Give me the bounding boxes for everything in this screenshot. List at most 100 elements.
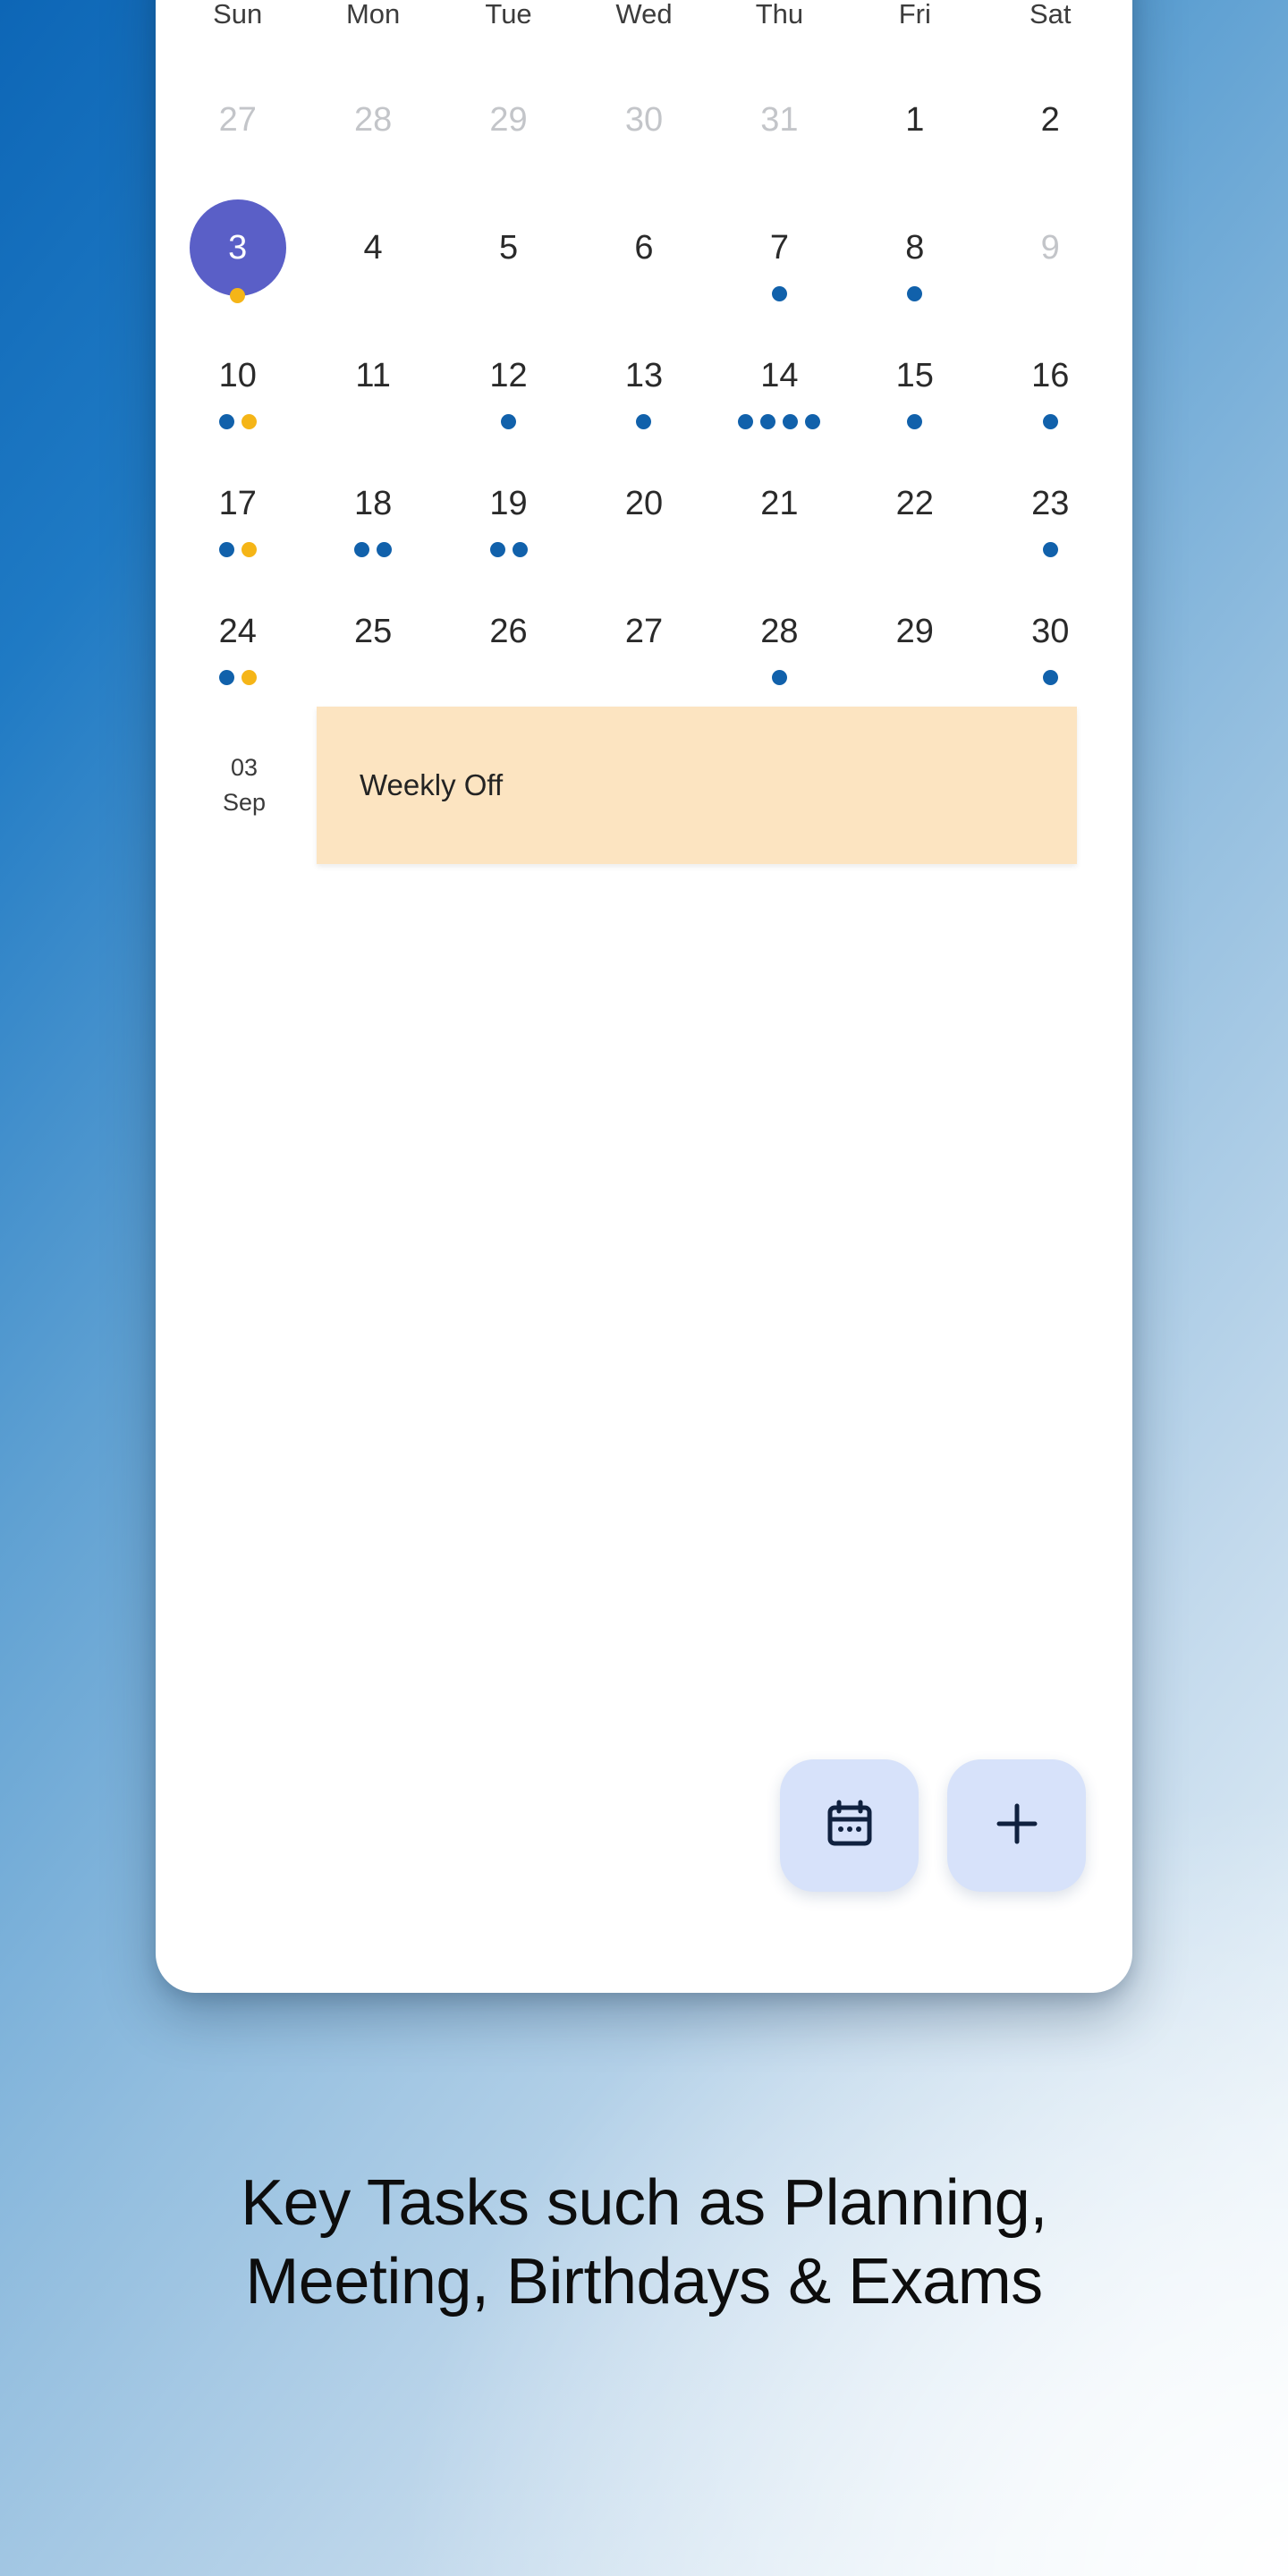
day-circle: 7 [731,199,827,296]
calendar-day-cell[interactable]: 11 [305,317,440,445]
day-number: 9 [1040,229,1060,267]
calendar-day-cell[interactable]: 2 [983,61,1118,189]
event-row[interactable]: 03 Sep Weekly Off [172,707,1132,864]
day-number: 21 [760,485,799,522]
day-circle: 23 [1002,455,1098,552]
day-number: 14 [760,357,799,394]
calendar-day-cell[interactable]: 19 [441,445,576,572]
calendar-day-cell[interactable]: 7 [712,189,847,317]
day-number: 8 [905,229,925,267]
calendar-day-cell[interactable]: 20 [576,445,711,572]
day-circle: 4 [325,199,421,296]
day-number: 29 [489,101,528,139]
phone-screen-card: Calendar Sep 03, 2023 Sun Mon Tue Wed Th… [156,0,1132,1993]
calendar-day-cell[interactable]: 21 [712,445,847,572]
calendar-day-cell[interactable]: 27 [576,572,711,700]
day-circle: 24 [190,583,286,680]
day-number: 28 [760,613,799,650]
event-dot-group [170,285,305,305]
day-number: 11 [355,357,391,394]
calendar-day-cell[interactable]: 17 [170,445,305,572]
calendar-day-cell[interactable]: 25 [305,572,440,700]
day-circle: 29 [461,72,557,168]
calendar-day-cell[interactable]: 14 [712,317,847,445]
calendar-day-cell[interactable]: 30 [983,572,1118,700]
add-event-button[interactable] [947,1759,1086,1892]
day-circle: 6 [596,199,692,296]
day-number: 29 [895,613,934,650]
calendar-day-cell[interactable]: 22 [847,445,982,572]
event-month: Sep [222,789,267,816]
day-number: 6 [634,229,654,267]
day-number: 5 [498,229,519,267]
calendar-day-cell[interactable]: 15 [847,317,982,445]
plus-icon [988,1795,1046,1857]
weekday-mon: Mon [345,0,401,30]
calendar-day-cell[interactable]: 9 [983,189,1118,317]
event-day: 03 [230,753,258,781]
event-list: 03 Sep Weekly Off [156,707,1132,864]
calendar-day-cell[interactable]: 3 [170,189,305,317]
calendar-day-cell[interactable]: 23 [983,445,1118,572]
weekday-fri: Fri [898,0,931,30]
calendar-day-cell[interactable]: 18 [305,445,440,572]
selected-day-circle: 3 [189,199,286,296]
caption-line-1: Key Tasks such as Planning, [241,2167,1047,2239]
calendar-day-cell[interactable]: 24 [170,572,305,700]
day-number: 27 [218,101,257,139]
day-number: 20 [624,485,664,522]
day-circle: 27 [190,72,286,168]
event-dot-yellow [230,287,246,303]
day-circle: 26 [461,583,557,680]
calendar-day-cell[interactable]: 29 [847,572,982,700]
day-number: 18 [353,485,393,522]
day-number: 13 [624,357,664,394]
weekday-sun: Sun [213,0,263,30]
day-number: 27 [624,613,664,650]
event-date-label: 03 Sep [172,707,317,864]
event-title: Weekly Off [360,768,504,801]
day-circle: 5 [461,199,557,296]
calendar-day-cell[interactable]: 4 [305,189,440,317]
day-number: 19 [489,485,528,522]
calendar-day-cell[interactable]: 28 [305,61,440,189]
day-circle: 18 [325,455,421,552]
calendar-day-cell[interactable]: 16 [983,317,1118,445]
calendar-day-cell[interactable]: 26 [441,572,576,700]
day-circle: 2 [1002,72,1098,168]
calendar-week-row: 24 25 26 27 28 29 30 [170,572,1118,700]
day-number: 15 [895,357,934,394]
calendar-week-row: 10 11 12 13 14 15 16 [170,317,1118,445]
day-number: 30 [1031,613,1070,650]
calendar-week-row: 17 18 19 20 21 22 23 [170,445,1118,572]
day-circle: 28 [325,72,421,168]
day-circle: 12 [461,327,557,424]
day-number: 16 [1031,357,1070,394]
calendar-day-cell[interactable]: 12 [441,317,576,445]
calendar-day-cell[interactable]: 13 [576,317,711,445]
calendar-day-cell[interactable]: 31 [712,61,847,189]
calendar-day-cell[interactable]: 29 [441,61,576,189]
day-circle: 22 [867,455,963,552]
calendar-view-button[interactable] [780,1759,919,1892]
calendar-day-cell[interactable]: 28 [712,572,847,700]
calendar-day-cell[interactable]: 5 [441,189,576,317]
calendar-day-cell[interactable]: 10 [170,317,305,445]
day-number: 25 [353,613,393,650]
day-number: 2 [1040,101,1060,139]
day-circle: 11 [325,327,421,424]
calendar-day-cell[interactable]: 1 [847,61,982,189]
day-circle: 20 [596,455,692,552]
day-number: 1 [905,101,925,139]
day-circle: 14 [731,327,827,424]
day-number: 23 [1031,485,1070,522]
calendar-day-cell[interactable]: 30 [576,61,711,189]
calendar-day-cell[interactable]: 8 [847,189,982,317]
day-circle: 30 [596,72,692,168]
caption-line-2: Meeting, Birthdays & Exams [245,2245,1043,2318]
calendar-day-cell[interactable]: 6 [576,189,711,317]
calendar-day-cell[interactable]: 27 [170,61,305,189]
marketing-caption: Key Tasks such as Planning, Meeting, Bir… [0,2165,1288,2322]
calendar-week-row: 27 28 29 30 31 1 2 [170,61,1118,189]
event-chip[interactable]: Weekly Off [317,707,1077,864]
